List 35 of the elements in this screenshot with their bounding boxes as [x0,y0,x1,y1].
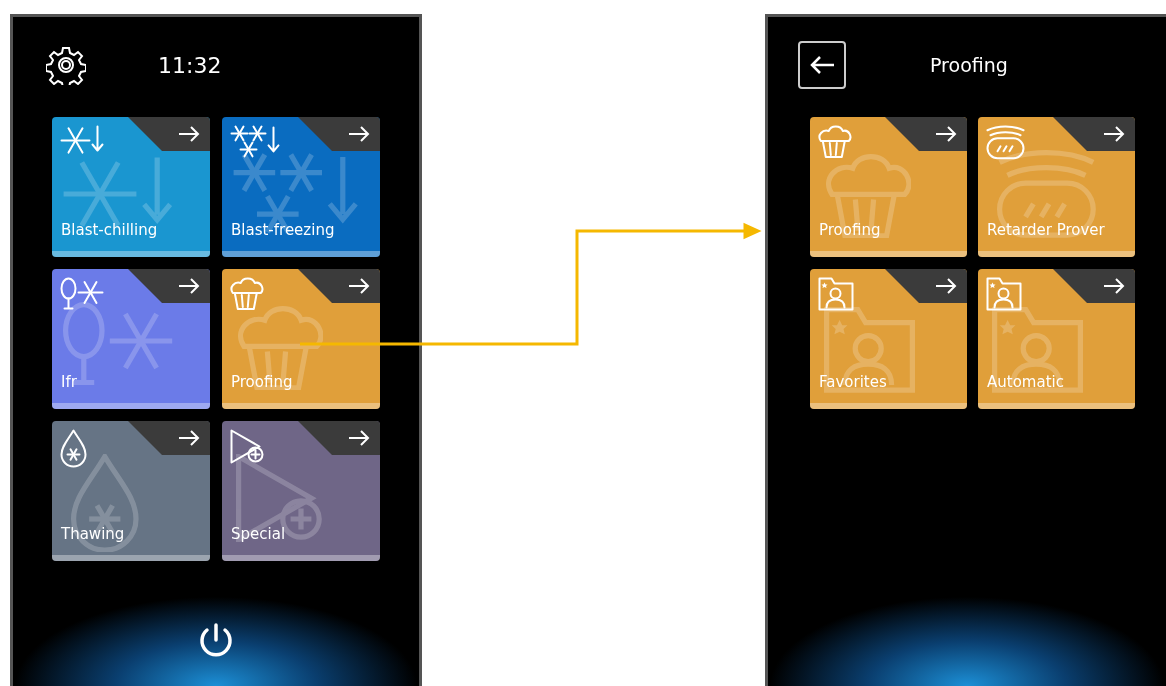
mode-tile[interactable]: Retarder Prover [978,117,1135,257]
arrow-left-icon [809,55,835,75]
arrow-right-icon [178,126,200,142]
mode-tile[interactable]: Blast-freezing [222,117,380,257]
mode-icon [60,125,104,155]
back-button[interactable] [798,41,846,89]
mode-icon [230,125,280,158]
arrow-right-icon [348,430,370,446]
mode-icon [818,277,854,311]
arrow-right-icon [935,278,957,294]
arrow-right-icon [178,430,200,446]
mode-tile[interactable]: Automatic [978,269,1135,409]
mode-tile[interactable]: Proofing [810,117,967,257]
mode-tile[interactable]: Special [222,421,380,561]
mode-tile[interactable]: Thawing [52,421,210,561]
arrow-right-icon [1103,126,1125,142]
mode-tile[interactable]: Proofing [222,269,380,409]
mode-tile[interactable]: Ifr [52,269,210,409]
mode-icon [60,277,104,310]
mode-tile[interactable]: Favorites [810,269,967,409]
settings-icon[interactable] [46,45,86,85]
mode-icon [60,429,87,468]
mode-icon [986,277,1022,311]
arrow-right-icon [348,278,370,294]
clock-time: 11:32 [158,51,222,80]
mode-icon [230,429,264,464]
mode-icon [818,125,852,159]
mode-icon [230,277,264,311]
arrow-right-icon [935,126,957,142]
arrow-right-icon [1103,278,1125,294]
screen-title: Proofing [930,52,1008,78]
arrow-right-icon [178,278,200,294]
mode-tile[interactable]: Blast-chilling [52,117,210,257]
mode-icon [986,125,1025,160]
arrow-right-icon [348,126,370,142]
